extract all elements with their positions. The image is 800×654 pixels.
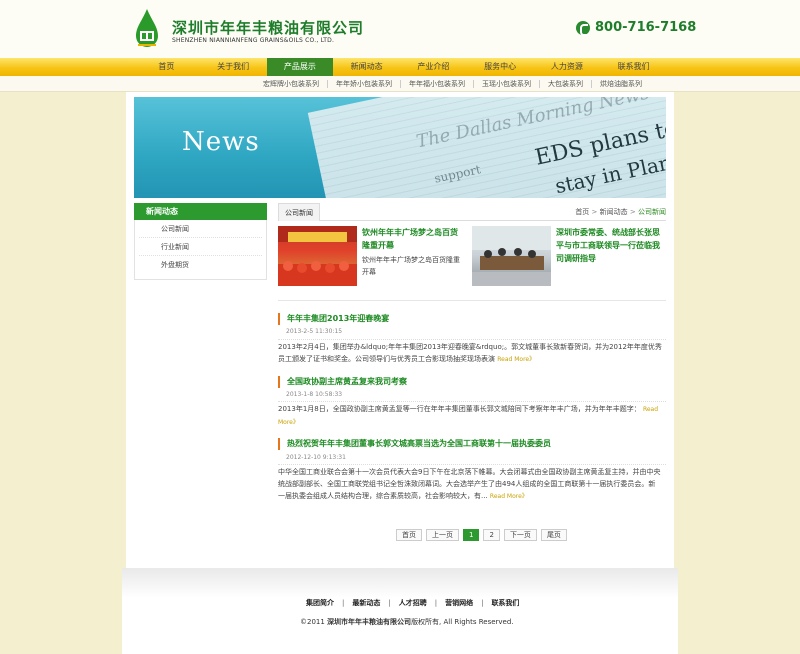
- page-last-button[interactable]: 尾页: [540, 529, 567, 541]
- article-3-date: 2012-12-10 9:13:31: [286, 454, 346, 461]
- nav-item-3[interactable]: 产品展示: [266, 58, 334, 76]
- article-2-text: 2013年1月8日，全国政协副主席黄孟复等一行在年年丰集团董事长郭文城陪同下考察…: [278, 405, 641, 413]
- page-next-button[interactable]: 下一页: [503, 529, 537, 541]
- main-nav: 首页 关于我们 产品展示 新闻动态 产业介绍 服务中心 人力资源 联系我们: [0, 58, 800, 76]
- news-banner: The Dallas Morning News support EDS plan…: [134, 97, 666, 198]
- copyright: ©2011 深圳市年年丰粮油有限公司版权所有, All Rights Reser…: [300, 617, 514, 627]
- article-1-text: 2013年2月4日，集团举办&ldquo;年年丰集团2013年迎春晚宴&rdqu…: [278, 343, 662, 363]
- subnav-item-5[interactable]: 大包装系列: [539, 80, 591, 88]
- breadcrumb-current: 公司新闻: [638, 208, 666, 216]
- breadcrumb: 首页 > 新闻动态 > 公司新闻: [575, 207, 666, 217]
- nav-item-6[interactable]: 服务中心: [467, 58, 534, 76]
- section-divider: [278, 300, 666, 301]
- pagination: 首页 上一页 1 2 下一页 尾页: [396, 529, 567, 541]
- nav-item-7[interactable]: 人力资源: [534, 58, 601, 76]
- copyright-suffix: 版权所有, All Rights Reserved.: [411, 618, 514, 626]
- subnav-item-2[interactable]: 年年娇小包装系列: [327, 80, 400, 88]
- article-3-body: 中华全国工商业联合会第十一次会员代表大会9日下午在北京落下帷幕。大会闭幕式由全国…: [278, 466, 662, 503]
- nav-item-2[interactable]: 关于我们: [200, 58, 267, 76]
- tab-company-news[interactable]: 公司新闻: [278, 203, 320, 221]
- article-1-body: 2013年2月4日，集团举办&ldquo;年年丰集团2013年迎春晚宴&rdqu…: [278, 341, 662, 366]
- hotline-number: 800-716-7168: [595, 20, 697, 35]
- article-2-title[interactable]: 全国政协副主席黄孟复来我司考察: [278, 376, 407, 388]
- article-2-body: 2013年1月8日，全国政协副主席黄孟复等一行在年年丰集团董事长郭文城陪同下考察…: [278, 403, 662, 429]
- breadcrumb-separator: >: [591, 208, 598, 216]
- footer-link-news[interactable]: 最新动态: [344, 598, 388, 608]
- nav-item-1[interactable]: 首页: [133, 58, 200, 76]
- article-2-separator: [278, 401, 666, 402]
- article-1-separator: [278, 339, 666, 340]
- subnav-item-1[interactable]: 宏辉牌小包装系列: [255, 80, 327, 88]
- page-1-button[interactable]: 1: [463, 529, 480, 541]
- article-1-title[interactable]: 年年丰集团2013年迎春晚宴: [278, 313, 389, 325]
- product-subnav: 宏辉牌小包装系列 年年娇小包装系列 年年福小包装系列 玉瑶小包装系列 大包装系列 烘焙油脂…: [0, 76, 800, 92]
- nav-item-5[interactable]: 产业介绍: [400, 58, 467, 76]
- product-subnav-items: 宏辉牌小包装系列 年年娇小包装系列 年年福小包装系列 玉瑶小包装系列 大包装系列 烘焙油脂…: [255, 76, 650, 92]
- hotline: 800-716-7168: [576, 20, 697, 36]
- page-first-button[interactable]: 首页: [396, 529, 422, 541]
- phone-icon: [576, 20, 590, 36]
- site-footer: [122, 568, 678, 654]
- sidebar-menu: 公司新闻 行业新闻 外盘期货: [134, 220, 267, 280]
- banner-title: News: [182, 127, 260, 157]
- article-1-read-more[interactable]: Read More》: [497, 356, 535, 363]
- featured-news-2-image[interactable]: [472, 226, 551, 286]
- logo-icon[interactable]: [134, 9, 160, 49]
- subnav-item-3[interactable]: 年年福小包装系列: [400, 80, 473, 88]
- company-name: 深圳市年年丰粮油有限公司: [172, 19, 365, 37]
- featured-news-1-image[interactable]: [278, 226, 357, 286]
- nav-item-8[interactable]: 联系我们: [600, 58, 667, 76]
- subnav-item-4[interactable]: 玉瑶小包装系列: [473, 80, 539, 88]
- article-3-separator: [278, 464, 666, 465]
- footer-links: 集团简介 | 最新动态 | 人才招聘 | 营销网络 | 联系我们: [298, 598, 527, 608]
- sidebar-item-company-news[interactable]: 公司新闻: [139, 220, 262, 238]
- company-name-english: SHENZHEN NIANNIANFENG GRAINS&OILS CO., L…: [172, 37, 335, 44]
- article-3-text: 中华全国工商业联合会第十一次会员代表大会9日下午在北京落下帷幕。大会闭幕式由全国…: [278, 468, 661, 500]
- featured-news-1-title[interactable]: 钦州年年丰广场梦之岛百货隆重开幕: [362, 226, 462, 252]
- subnav-item-6[interactable]: 烘焙油脂系列: [591, 80, 650, 88]
- article-3-read-more[interactable]: Read More》: [490, 493, 528, 500]
- footer-link-contact[interactable]: 联系我们: [483, 598, 527, 608]
- footer-link-careers[interactable]: 人才招聘: [391, 598, 435, 608]
- breadcrumb-home[interactable]: 首页: [575, 208, 589, 216]
- nav-item-4[interactable]: 新闻动态: [333, 58, 400, 76]
- page-2-button[interactable]: 2: [483, 529, 500, 541]
- breadcrumb-news[interactable]: 新闻动态: [600, 208, 628, 216]
- article-1-date: 2013-2-5 11:30:15: [286, 328, 343, 335]
- main-nav-items: 首页 关于我们 产品展示 新闻动态 产业介绍 服务中心 人力资源 联系我们: [133, 58, 667, 76]
- copyright-prefix: ©2011: [300, 618, 325, 626]
- page-prev-button[interactable]: 上一页: [426, 529, 459, 541]
- copyright-company: 深圳市年年丰粮油有限公司: [327, 618, 412, 626]
- article-2-date: 2013-1-8 10:58:33: [286, 391, 343, 398]
- featured-news-2-title[interactable]: 深圳市委常委、统战部长张思平与市工商联领导一行莅临我司调研指导: [556, 226, 662, 265]
- content-header: 公司新闻 首页 > 新闻动态 > 公司新闻: [278, 203, 666, 221]
- sidebar-item-industry-news[interactable]: 行业新闻: [139, 238, 262, 256]
- featured-news-1-desc: 钦州年年丰广场梦之岛百货隆重开幕: [362, 256, 460, 276]
- site-header: 深圳市年年丰粮油有限公司 SHENZHEN NIANNIANFENG GRAIN…: [0, 0, 800, 58]
- footer-link-sales-network[interactable]: 营销网络: [437, 598, 481, 608]
- sidebar-item-futures[interactable]: 外盘期货: [139, 256, 262, 274]
- breadcrumb-separator: >: [629, 208, 636, 216]
- article-3-title[interactable]: 热烈祝贺年年丰集团董事长郭文城高票当选为全国工商联第十一届执委委员: [278, 438, 551, 450]
- footer-link-about[interactable]: 集团简介: [298, 598, 342, 608]
- sidebar-title: 新闻动态: [134, 203, 267, 220]
